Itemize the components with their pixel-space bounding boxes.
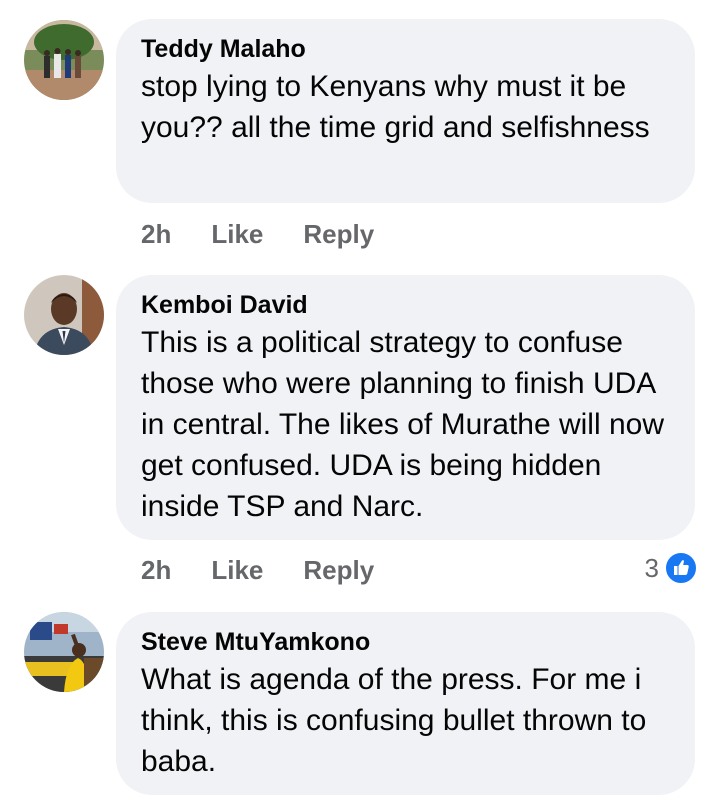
comment-author[interactable]: Teddy Malaho <box>141 33 669 65</box>
reply-button[interactable]: Reply <box>303 555 374 586</box>
avatar[interactable] <box>24 20 104 100</box>
comment-bubble: Teddy Malaho stop lying to Kenyans why m… <box>116 19 695 203</box>
reaction-count: 3 <box>644 552 659 583</box>
like-button[interactable]: Like <box>211 219 263 250</box>
thumbs-up-icon <box>664 551 698 585</box>
comment-actions: 2h Like Reply <box>141 216 374 252</box>
comment-text: stop lying to Kenyans why must it be you… <box>141 70 650 144</box>
comment-author[interactable]: Kemboi David <box>141 289 669 321</box>
avatar-photo-group-icon <box>24 20 104 100</box>
comment-bubble: Kemboi David This is a political strateg… <box>116 275 695 540</box>
comment-time[interactable]: 2h <box>141 219 171 250</box>
avatar[interactable] <box>24 275 104 355</box>
like-button[interactable]: Like <box>211 555 263 586</box>
reaction-summary[interactable]: 3 <box>645 550 698 586</box>
comment-text: This is a political strategy to confuse … <box>141 326 665 523</box>
comment-author[interactable]: Steve MtuYamkono <box>141 626 669 658</box>
comment-text: What is agenda of the press. For me i th… <box>141 663 647 778</box>
avatar-photo-rally-icon <box>24 612 104 692</box>
comment-actions: 2h Like Reply <box>141 552 374 588</box>
comment-bubble: Steve MtuYamkono What is agenda of the p… <box>116 612 695 795</box>
reply-button[interactable]: Reply <box>303 219 374 250</box>
avatar[interactable] <box>24 612 104 692</box>
avatar-photo-man-icon <box>24 275 104 355</box>
comment-time[interactable]: 2h <box>141 555 171 586</box>
